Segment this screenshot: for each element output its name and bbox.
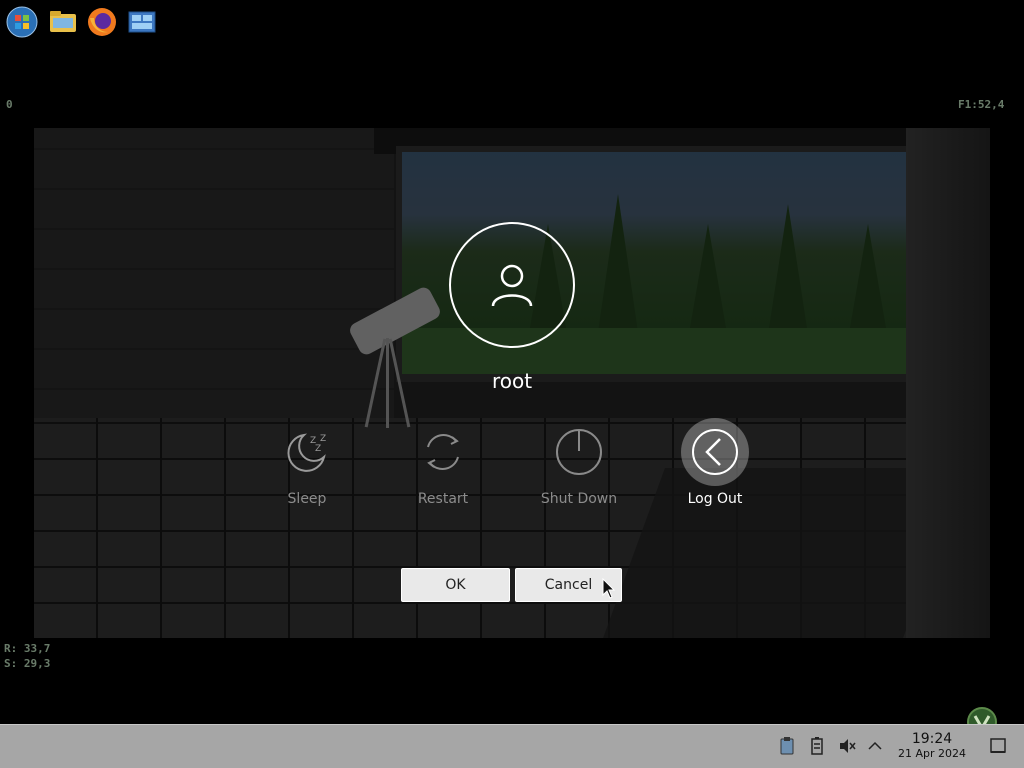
expand-tray-icon[interactable] [865, 736, 885, 756]
dim-overlay [0, 0, 1024, 724]
clipboard-icon[interactable] [777, 736, 797, 756]
clock-date[interactable]: 21 Apr 2024 [890, 747, 974, 760]
sleep-label: Sleep [287, 491, 327, 507]
shutdown-button[interactable]: Shut Down [524, 426, 634, 507]
restart-button[interactable]: Restart [388, 426, 498, 507]
hud-counter: 0 [6, 98, 13, 111]
logout-button[interactable]: Log Out [660, 418, 770, 507]
ok-button[interactable]: OK [401, 568, 510, 602]
file-manager-icon[interactable] [47, 6, 79, 38]
mouse-cursor-icon [602, 578, 616, 599]
desktop-screen: 0 F1:52,4 R: 33,7 S: 29,3 root Z Z Z Sle… [0, 0, 1024, 768]
restart-icon [417, 426, 469, 478]
hud-stat-s: S: 29,3 [4, 657, 51, 670]
shutdown-icon [553, 426, 605, 478]
battery-icon[interactable] [807, 736, 827, 756]
clock-time[interactable]: 19:24 [894, 731, 970, 747]
user-avatar [449, 222, 575, 348]
sleep-button[interactable]: Z Z Z Sleep [252, 426, 362, 507]
firefox-icon[interactable] [86, 6, 118, 38]
username-label: root [491, 369, 533, 393]
system-settings-icon[interactable] [126, 6, 158, 38]
show-desktop-icon[interactable] [988, 736, 1008, 756]
svg-text:Z: Z [320, 434, 326, 444]
logout-icon [681, 418, 749, 486]
shutdown-label: Shut Down [540, 491, 618, 507]
hud-stat-r: R: 33,7 [4, 642, 51, 655]
volume-muted-icon[interactable] [837, 736, 857, 756]
hud-fps: F1:52,4 [958, 98, 1005, 111]
restart-label: Restart [417, 491, 469, 507]
user-icon [491, 264, 533, 307]
start-menu-icon[interactable] [6, 6, 38, 38]
logout-label: Log Out [687, 491, 743, 507]
svg-text:Z: Z [315, 444, 321, 454]
sleep-icon: Z Z Z [281, 426, 333, 478]
